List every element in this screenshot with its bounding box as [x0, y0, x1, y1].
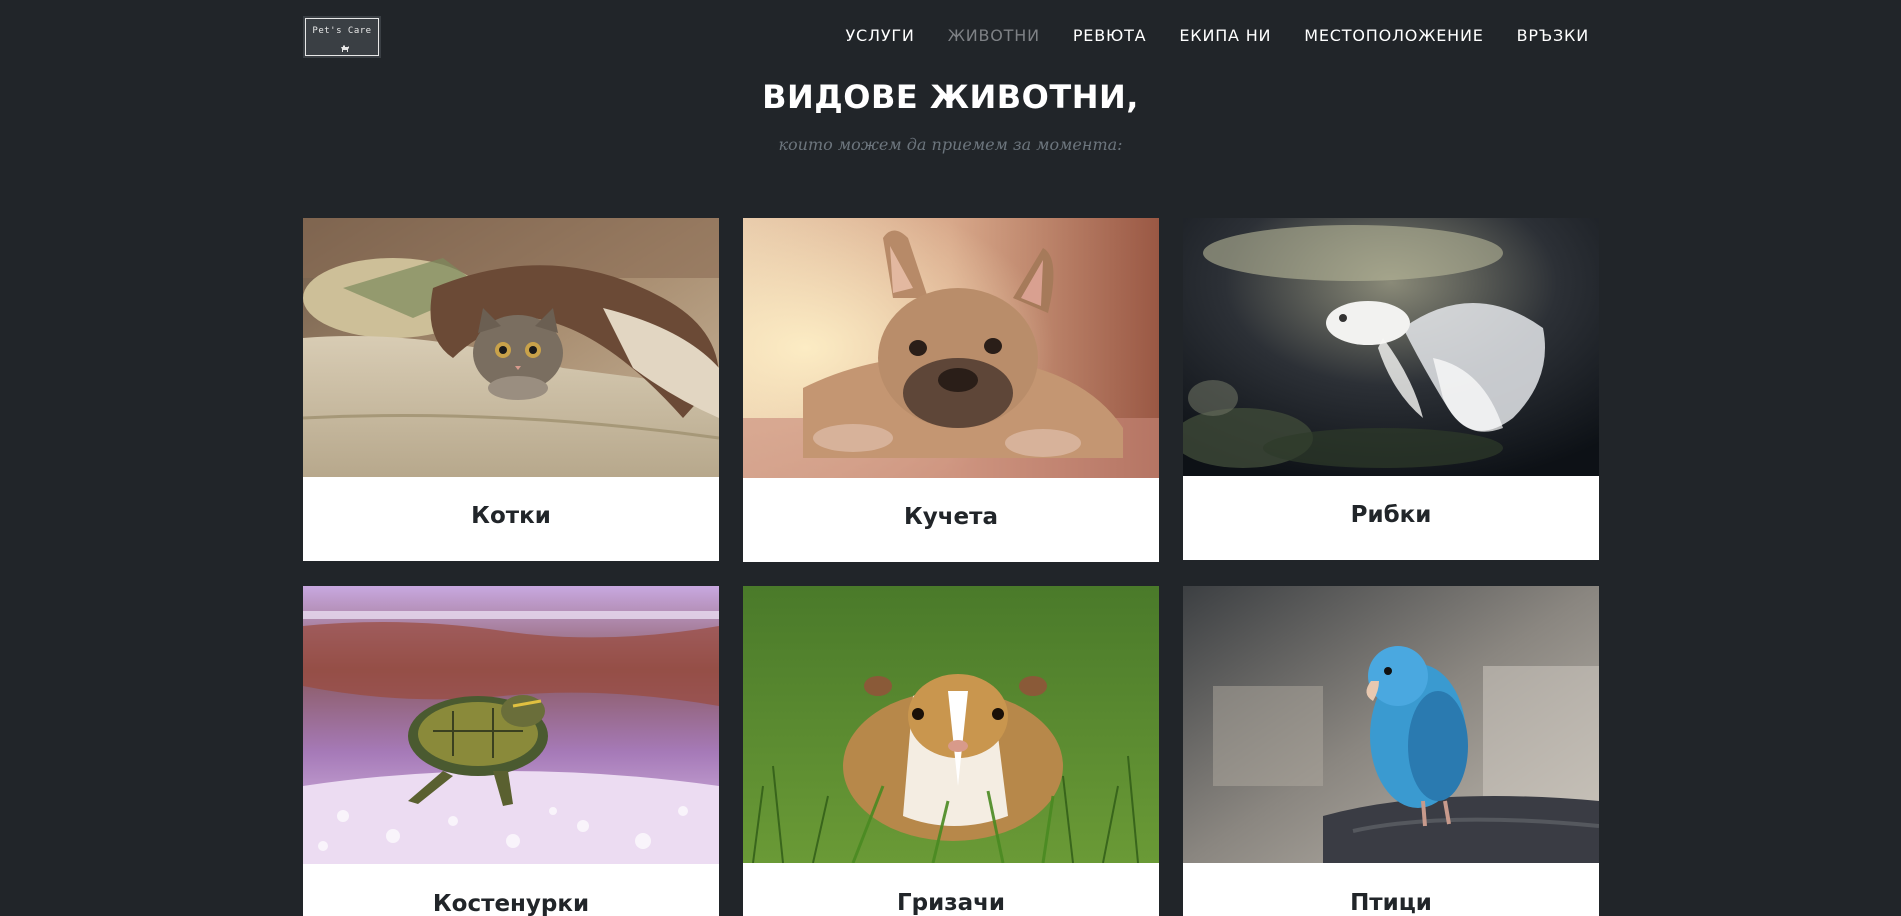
animal-card-fish[interactable]: Рибки	[1183, 218, 1599, 560]
animal-card-label: Гризачи	[896, 890, 1006, 916]
animal-card-rodents[interactable]: Гризачи	[743, 586, 1159, 916]
guinea-pig-image	[743, 586, 1159, 863]
animal-card-label: Птици	[1350, 890, 1432, 916]
dog-icon	[341, 45, 349, 52]
logo-frame: Pet's Care	[305, 18, 379, 56]
nav-link-team[interactable]: ЕКИПА НИ	[1179, 26, 1271, 45]
animal-card-label: Рибки	[1350, 502, 1432, 528]
animal-card-turtles[interactable]: Костенурки	[303, 586, 719, 916]
section-subtitle: които можем да приемем за момента:	[778, 135, 1123, 154]
parrot-image	[1183, 586, 1599, 863]
page: Pet's Care УСЛУГИ ЖИВОТНИ РЕВЮТА ЕКИПА Н…	[0, 0, 1901, 916]
logo-text: Pet's Care	[312, 26, 372, 36]
nav-link-reviews[interactable]: РЕВЮТА	[1073, 26, 1147, 45]
navbar: Pet's Care УСЛУГИ ЖИВОТНИ РЕВЮТА ЕКИПА Н…	[303, 0, 1598, 72]
nav-link-location[interactable]: МЕСТОПОЛОЖЕНИЕ	[1304, 26, 1483, 45]
nav-link-animals[interactable]: ЖИВОТНИ	[948, 26, 1040, 45]
section-title: ВИДОВЕ ЖИВОТНИ,	[762, 78, 1139, 116]
nav-links: УСЛУГИ ЖИВОТНИ РЕВЮТА ЕКИПА НИ МЕСТОПОЛО…	[812, 26, 1589, 45]
fish-image	[1183, 218, 1599, 476]
turtle-image	[303, 586, 719, 864]
animal-card-birds[interactable]: Птици	[1183, 586, 1599, 916]
nav-link-services[interactable]: УСЛУГИ	[845, 26, 914, 45]
animal-card-label: Котки	[471, 503, 551, 529]
logo-underline-right	[348, 54, 374, 56]
animal-card-label: Костенурки	[432, 891, 590, 916]
dog-image	[743, 218, 1159, 478]
animal-card-cats[interactable]: Котки	[303, 218, 719, 561]
animal-card-label: Кучета	[903, 504, 999, 530]
animal-card-dogs[interactable]: Кучета	[743, 218, 1159, 562]
nav-link-contacts[interactable]: ВРЪЗКИ	[1517, 26, 1589, 45]
logo-underline-left	[310, 54, 336, 56]
cat-image	[303, 218, 719, 477]
logo[interactable]: Pet's Care	[303, 16, 381, 58]
